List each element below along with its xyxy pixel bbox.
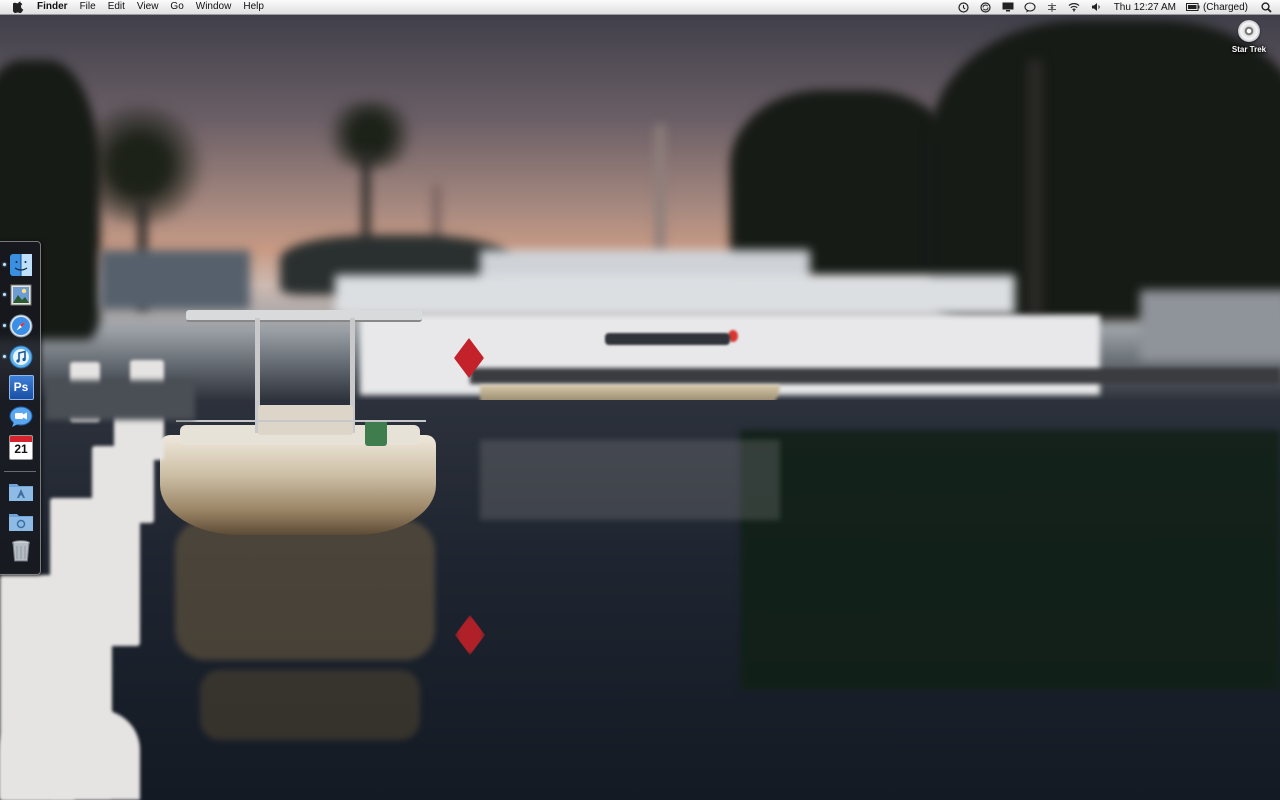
menu-edit[interactable]: Edit <box>108 0 125 14</box>
spotlight-search-icon[interactable] <box>1260 1 1272 13</box>
sync-icon[interactable] <box>980 1 992 13</box>
dock-running-indicator <box>3 263 6 266</box>
dock-separator <box>4 471 36 472</box>
display-icon[interactable] <box>1002 2 1014 13</box>
battery-status[interactable]: (Charged) <box>1185 1 1248 13</box>
dock-item-photoshop[interactable]: Ps <box>8 374 34 400</box>
calendar-date: 21 <box>14 441 28 456</box>
dock-item-preview[interactable] <box>8 282 34 308</box>
apple-menu-icon[interactable] <box>12 1 24 13</box>
applications-folder-icon <box>9 484 33 501</box>
battery-icon <box>1185 3 1200 11</box>
documents-folder-icon <box>9 514 33 531</box>
dock-item-trash[interactable] <box>8 538 34 564</box>
ichat-icon <box>9 406 33 427</box>
dock-running-indicator <box>3 355 6 358</box>
dock-running-indicator <box>3 293 6 296</box>
dock-item-applications-folder[interactable] <box>8 478 34 504</box>
dock: Ps 21 <box>0 241 41 575</box>
itunes-icon <box>9 345 33 369</box>
photoshop-label: Ps <box>13 380 29 394</box>
safari-compass-icon <box>9 314 33 338</box>
dock-item-finder[interactable] <box>8 252 34 278</box>
menu-view[interactable]: View <box>137 0 159 14</box>
preview-icon <box>10 284 32 306</box>
photoshop-icon: Ps <box>8 374 34 400</box>
menubar-clock[interactable]: Thu 12:27 AM <box>1114 2 1176 13</box>
desktop-disc-label: Star Trek <box>1231 45 1267 54</box>
finder-icon <box>10 254 32 276</box>
dock-item-ical[interactable]: 21 <box>8 434 34 460</box>
trash-icon <box>12 540 30 562</box>
menu-help[interactable]: Help <box>243 0 264 14</box>
volume-icon[interactable] <box>1090 2 1102 13</box>
menu-go[interactable]: Go <box>170 0 183 14</box>
dock-item-safari[interactable] <box>8 313 34 339</box>
calendar-icon: 21 <box>9 434 33 460</box>
dock-item-documents-folder[interactable] <box>8 508 34 534</box>
wifi-icon[interactable] <box>1068 2 1080 13</box>
dvd-disc-icon <box>1238 20 1260 42</box>
menu-bar: Finder File Edit View Go Window Help Thu… <box>0 0 1280 15</box>
menu-app-finder[interactable]: Finder <box>37 0 68 14</box>
boat-hull <box>160 435 436 535</box>
battery-text: (Charged) <box>1202 1 1248 13</box>
desktop-disc-star-trek[interactable]: Star Trek <box>1226 20 1272 54</box>
time-machine-icon[interactable] <box>958 1 970 13</box>
chat-status-icon[interactable] <box>1024 1 1036 13</box>
dock-running-indicator <box>3 324 6 327</box>
desktop-wallpaper <box>0 0 1280 800</box>
menu-file[interactable]: File <box>80 0 96 14</box>
dock-item-itunes[interactable] <box>8 344 34 370</box>
bluetooth-icon[interactable] <box>1046 2 1058 13</box>
dock-item-ichat[interactable] <box>8 404 34 430</box>
menu-window[interactable]: Window <box>196 0 232 14</box>
